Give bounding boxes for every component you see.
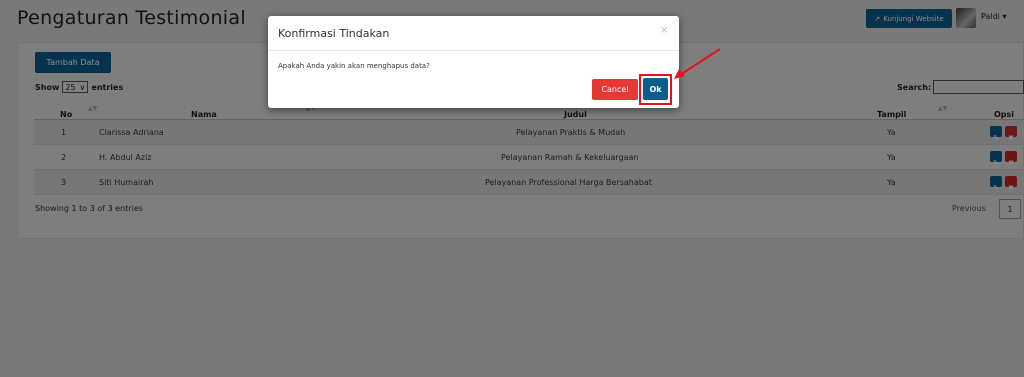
annotation-arrow-icon [674,48,721,79]
dialog-message: Apakah Anda yakin akan menghapus data? [278,62,430,70]
dialog-title: Konfirmasi Tindakan [278,27,390,40]
dialog-divider [268,50,679,51]
close-icon[interactable]: × [660,25,668,36]
cancel-button[interactable]: Cancel [592,79,638,100]
confirm-dialog: Konfirmasi Tindakan × Apakah Anda yakin … [268,16,679,108]
annotation-highlight-box [639,74,672,105]
